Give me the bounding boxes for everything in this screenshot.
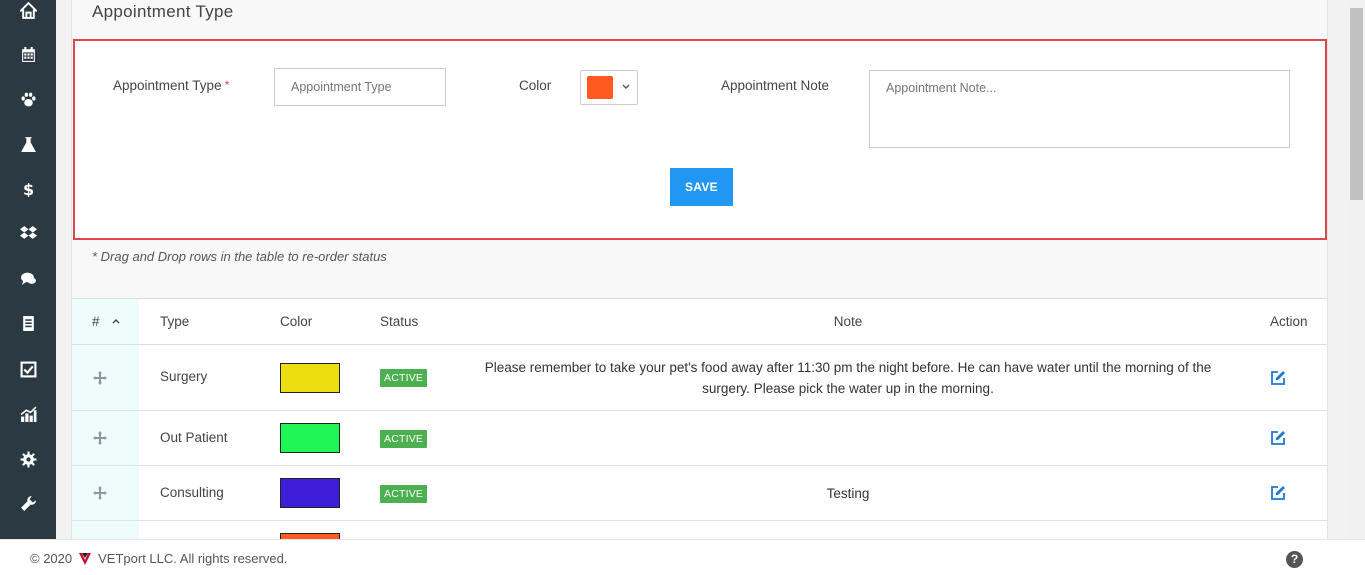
svg-text:$: $ [22,180,33,197]
company-text: VETport LLC. All rights reserved. [98,551,288,566]
appointment-type-input[interactable] [274,68,446,106]
row-note: Please remember to take your pet's food … [484,360,1212,396]
status-badge: ACTIVE [380,369,428,387]
required-mark: * [224,78,230,92]
status-badge: ACTIVE [380,485,428,503]
edit-icon[interactable] [1269,484,1287,502]
table-row[interactable]: Out Patient ACTIVE [72,411,1327,466]
chevron-down-icon [622,84,630,89]
row-color-swatch [280,363,340,393]
color-header: Color [280,314,313,329]
copyright-text: © 2020 [30,551,73,566]
appointment-type-label: Appointment Type * [113,78,230,93]
appointment-note-label: Appointment Note [721,78,830,93]
status-header: Status [380,314,419,329]
index-header[interactable]: # [92,314,121,329]
receipt-icon[interactable] [16,313,40,333]
dollar-icon[interactable]: $ [16,178,40,198]
dropbox-icon[interactable] [16,223,40,243]
help-icon[interactable]: ? [1286,551,1303,568]
edit-icon[interactable] [1269,429,1287,447]
page-title: Appointment Type [92,2,234,21]
save-button[interactable]: SAVE [670,168,733,206]
drag-drop-hint: * Drag and Drop rows in the table to re-… [92,249,387,264]
bar-chart-icon[interactable] [16,404,40,424]
appointment-types-table: # Type Color Status Note Action Surgery … [72,298,1327,539]
scroll-thumb[interactable] [1350,8,1363,200]
status-badge: ACTIVE [380,430,428,448]
edit-icon[interactable] [1269,369,1287,387]
action-header: Action [1270,314,1308,329]
flask-icon[interactable] [16,134,40,154]
page-scrollbar[interactable] [1348,0,1365,539]
main-panel: Appointment Type Appointment Type* Color… [71,0,1328,539]
appointment-note-textarea[interactable] [869,70,1290,148]
row-note: Testing [826,486,870,501]
gear-icon[interactable] [16,449,40,469]
drag-handle-icon[interactable] [92,430,108,446]
table-row[interactable]: Consulting ACTIVE Testing [72,466,1327,521]
selected-color-swatch [587,76,613,99]
sidebar-nav: $ [0,0,56,539]
table-row[interactable] [72,521,1327,539]
footer: © 2020 VETport LLC. All rights reserved.… [0,539,1365,575]
checkbox-icon[interactable] [16,359,40,379]
sort-up-icon [112,319,120,324]
color-picker[interactable] [580,70,638,105]
wrench-icon[interactable] [16,493,40,513]
row-type: Surgery [160,369,208,384]
note-header: Note [833,314,863,329]
paw-icon[interactable] [16,89,40,109]
row-type: Consulting [160,485,224,500]
row-color-swatch [280,423,340,453]
table-header: # Type Color Status Note Action [72,299,1327,345]
appointment-type-form: Appointment Type* Color Appointment Note… [73,39,1327,240]
chat-icon[interactable] [16,268,40,288]
row-type: Out Patient [160,430,228,445]
table-row[interactable]: Surgery ACTIVE Please remember to take y… [72,345,1327,411]
color-label: Color [519,78,552,93]
drag-handle-icon[interactable] [92,485,108,501]
drag-handle-icon[interactable] [92,370,108,386]
row-color-swatch [280,478,340,508]
home-icon[interactable] [16,0,40,20]
vetport-logo [79,552,92,565]
type-header: Type [160,314,190,329]
calendar-icon[interactable] [16,44,40,64]
